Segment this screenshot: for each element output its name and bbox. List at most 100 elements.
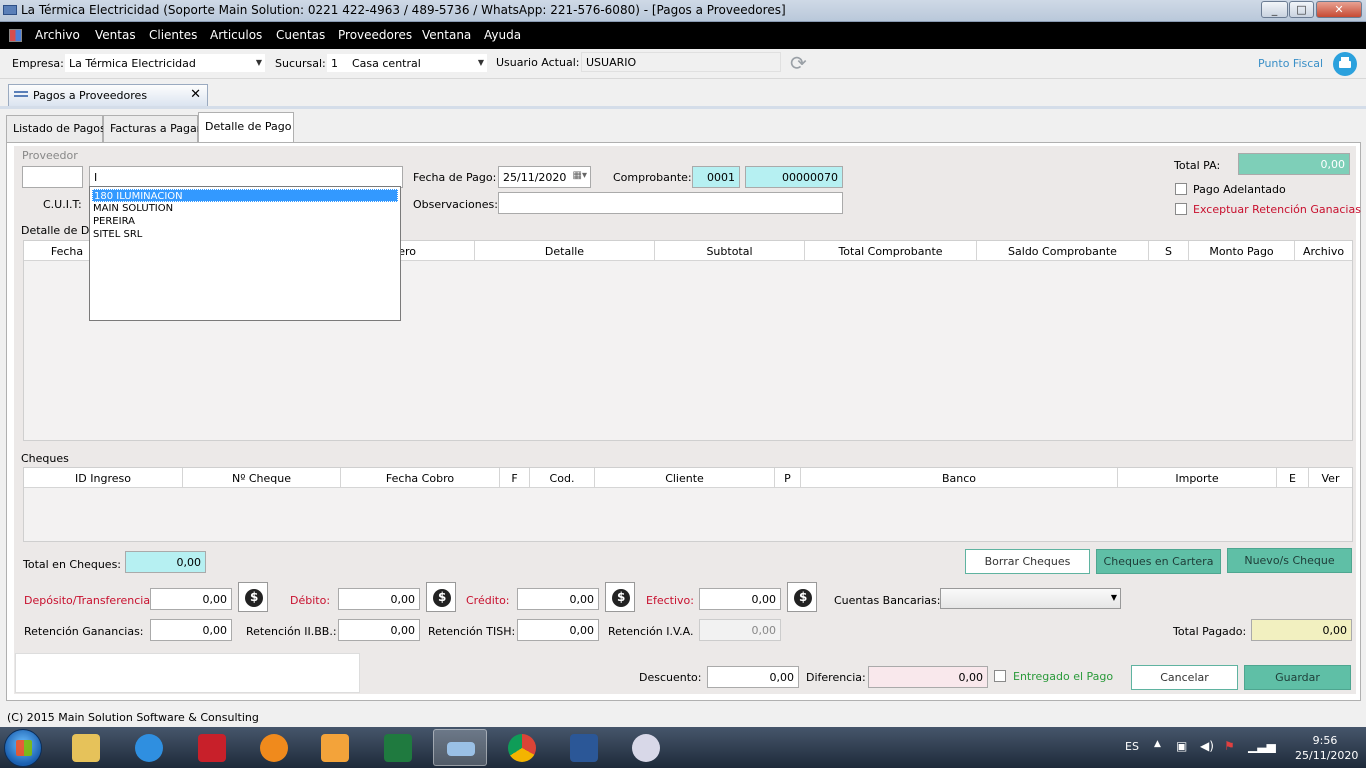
col-subtotal[interactable]: Subtotal	[655, 241, 805, 261]
autocomplete-option[interactable]: SITEL SRL	[92, 228, 142, 241]
guardar-button[interactable]: Guardar	[1244, 665, 1351, 690]
money-bag-icon[interactable]	[605, 582, 635, 612]
descuento-input[interactable]: 0,00	[707, 666, 799, 688]
col-saldo-comprobante[interactable]: Saldo Comprobante	[977, 241, 1149, 261]
close-icon[interactable]: ✕	[190, 87, 201, 102]
debito-input[interactable]: 0,00	[338, 588, 420, 610]
notes-area[interactable]	[15, 653, 360, 693]
signal-icon[interactable]: ▁▃▅	[1248, 739, 1276, 753]
debito-label: Débito:	[290, 594, 331, 607]
app4-taskbar-button[interactable]	[247, 729, 301, 766]
autocad-taskbar-button[interactable]	[185, 729, 239, 766]
col-importe[interactable]: Importe	[1118, 468, 1277, 488]
cuentas-bancarias-select[interactable]: ▼	[940, 588, 1121, 609]
col-banco[interactable]: Banco	[801, 468, 1118, 488]
nuevo-cheque-button[interactable]: Nuevo/s Cheque	[1227, 548, 1352, 573]
comprobante-punto-input[interactable]: 0001	[692, 166, 740, 188]
deposito-input[interactable]: 0,00	[150, 588, 232, 610]
chrome-icon	[508, 734, 536, 762]
exceptuar-retencion-checkbox[interactable]	[1175, 203, 1187, 215]
menu-proveedores[interactable]: Proveedores	[338, 28, 412, 42]
cancelar-button[interactable]: Cancelar	[1131, 665, 1238, 690]
language-indicator[interactable]: ES	[1125, 740, 1139, 753]
col-s[interactable]: S	[1149, 241, 1189, 261]
fecha-pago-picker[interactable]: 25/11/2020 ▦▾	[498, 166, 591, 188]
printer-icon[interactable]	[1333, 52, 1357, 76]
cheques-cartera-button[interactable]: Cheques en Cartera	[1096, 549, 1221, 574]
col-fecha-cobro[interactable]: Fecha Cobro	[341, 468, 500, 488]
refresh-icon[interactable]: ⟳	[790, 53, 814, 75]
mdi-system-icon[interactable]	[9, 29, 22, 42]
menu-ayuda[interactable]: Ayuda	[484, 28, 521, 42]
credito-input[interactable]: 0,00	[517, 588, 599, 610]
doc-tab-pagos[interactable]: Pagos a Proveedores ✕	[8, 84, 208, 106]
show-hidden-icons-icon[interactable]: ▲	[1154, 739, 1161, 749]
col-cliente[interactable]: Cliente	[595, 468, 775, 488]
menu-articulos[interactable]: Articulos	[210, 28, 262, 42]
proveedor-code-input[interactable]	[22, 166, 83, 188]
chrome-taskbar-button[interactable]	[495, 729, 549, 766]
menu-cuentas[interactable]: Cuentas	[276, 28, 325, 42]
punto-fiscal-link[interactable]: Punto Fiscal	[1258, 57, 1323, 70]
menu-clientes[interactable]: Clientes	[149, 28, 197, 42]
tab-detalle-pago[interactable]: Detalle de Pago	[198, 112, 294, 143]
col-e[interactable]: E	[1277, 468, 1309, 488]
word-taskbar-button[interactable]	[557, 729, 611, 766]
tab-listado-pagos[interactable]: Listado de Pagos	[6, 115, 106, 142]
clock[interactable]: 9:56 25/11/2020	[1295, 733, 1358, 763]
proveedor-autocomplete-list[interactable]: 180 ILUMINACION MAIN SOLUTION PEREIRA SI…	[89, 186, 401, 321]
col-id-ingreso[interactable]: ID Ingreso	[24, 468, 183, 488]
col-detalle[interactable]: Detalle	[475, 241, 655, 261]
network-warning-icon[interactable]: ⚑	[1224, 739, 1235, 753]
entregado-pago-checkbox[interactable]	[994, 670, 1006, 682]
col-archivo[interactable]: Archivo	[1295, 241, 1352, 261]
snipping-taskbar-button[interactable]	[619, 729, 673, 766]
efectivo-input[interactable]: 0,00	[699, 588, 781, 610]
col-total-comprobante[interactable]: Total Comprobante	[805, 241, 977, 261]
form-icon	[14, 91, 28, 97]
autocomplete-option[interactable]: PEREIRA	[92, 215, 135, 228]
close-button[interactable]: ✕	[1316, 1, 1362, 18]
tab-facturas-pagar[interactable]: Facturas a Pagar	[103, 115, 201, 142]
diferencia-label: Diferencia:	[806, 671, 866, 684]
menu-ventana[interactable]: Ventana	[422, 28, 471, 42]
menu-ventas[interactable]: Ventas	[95, 28, 136, 42]
autocomplete-option[interactable]: 180 ILUMINACION	[92, 189, 398, 202]
excel-taskbar-button[interactable]	[371, 729, 425, 766]
descuento-label: Descuento:	[639, 671, 702, 684]
retencion-ganancias-input[interactable]: 0,00	[150, 619, 232, 641]
calendar-icon[interactable]: ▦▾	[573, 170, 587, 181]
maximize-button[interactable]: □	[1289, 1, 1314, 18]
main-solution-taskbar-button[interactable]	[433, 729, 487, 766]
money-bag-icon[interactable]	[426, 582, 456, 612]
cheques-grid[interactable]: ID Ingreso Nº Cheque Fecha Cobro F Cod. …	[23, 467, 1353, 542]
col-monto-pago[interactable]: Monto Pago	[1189, 241, 1295, 261]
sucursal-select[interactable]: 1 Casa central ▼	[326, 53, 488, 73]
proveedor-name-input[interactable]: I	[89, 166, 403, 188]
col-f[interactable]: F	[500, 468, 530, 488]
empresa-select[interactable]: La Térmica Electricidad ▼	[64, 53, 266, 73]
start-button[interactable]	[4, 729, 42, 767]
menu-archivo[interactable]: Archivo	[35, 28, 80, 42]
observaciones-input[interactable]	[498, 192, 843, 214]
col-ver[interactable]: Ver	[1309, 468, 1352, 488]
minimize-button[interactable]: _	[1261, 1, 1288, 18]
device-icon[interactable]: ▣	[1176, 739, 1187, 753]
comprobante-numero-input[interactable]: 00000070	[745, 166, 843, 188]
money-bag-icon[interactable]	[238, 582, 268, 612]
autocomplete-option[interactable]: MAIN SOLUTION	[92, 202, 173, 215]
retencion-tish-input[interactable]: 0,00	[517, 619, 599, 641]
pago-adelantado-checkbox[interactable]	[1175, 183, 1187, 195]
ie-taskbar-button[interactable]	[122, 729, 176, 766]
col-p[interactable]: P	[775, 468, 801, 488]
money-bag-icon[interactable]	[787, 582, 817, 612]
col-cod[interactable]: Cod.	[530, 468, 595, 488]
retencion-iibb-input[interactable]: 0,00	[338, 619, 420, 641]
context-toolbar: Empresa: La Térmica Electricidad ▼ Sucur…	[0, 49, 1366, 79]
volume-icon[interactable]: ◀)	[1200, 739, 1214, 753]
explorer-taskbar-button[interactable]	[59, 729, 113, 766]
media-taskbar-button[interactable]	[308, 729, 362, 766]
borrar-cheques-button[interactable]: Borrar Cheques	[965, 549, 1090, 574]
main-solution-icon	[447, 742, 475, 756]
col-nro-cheque[interactable]: Nº Cheque	[183, 468, 341, 488]
